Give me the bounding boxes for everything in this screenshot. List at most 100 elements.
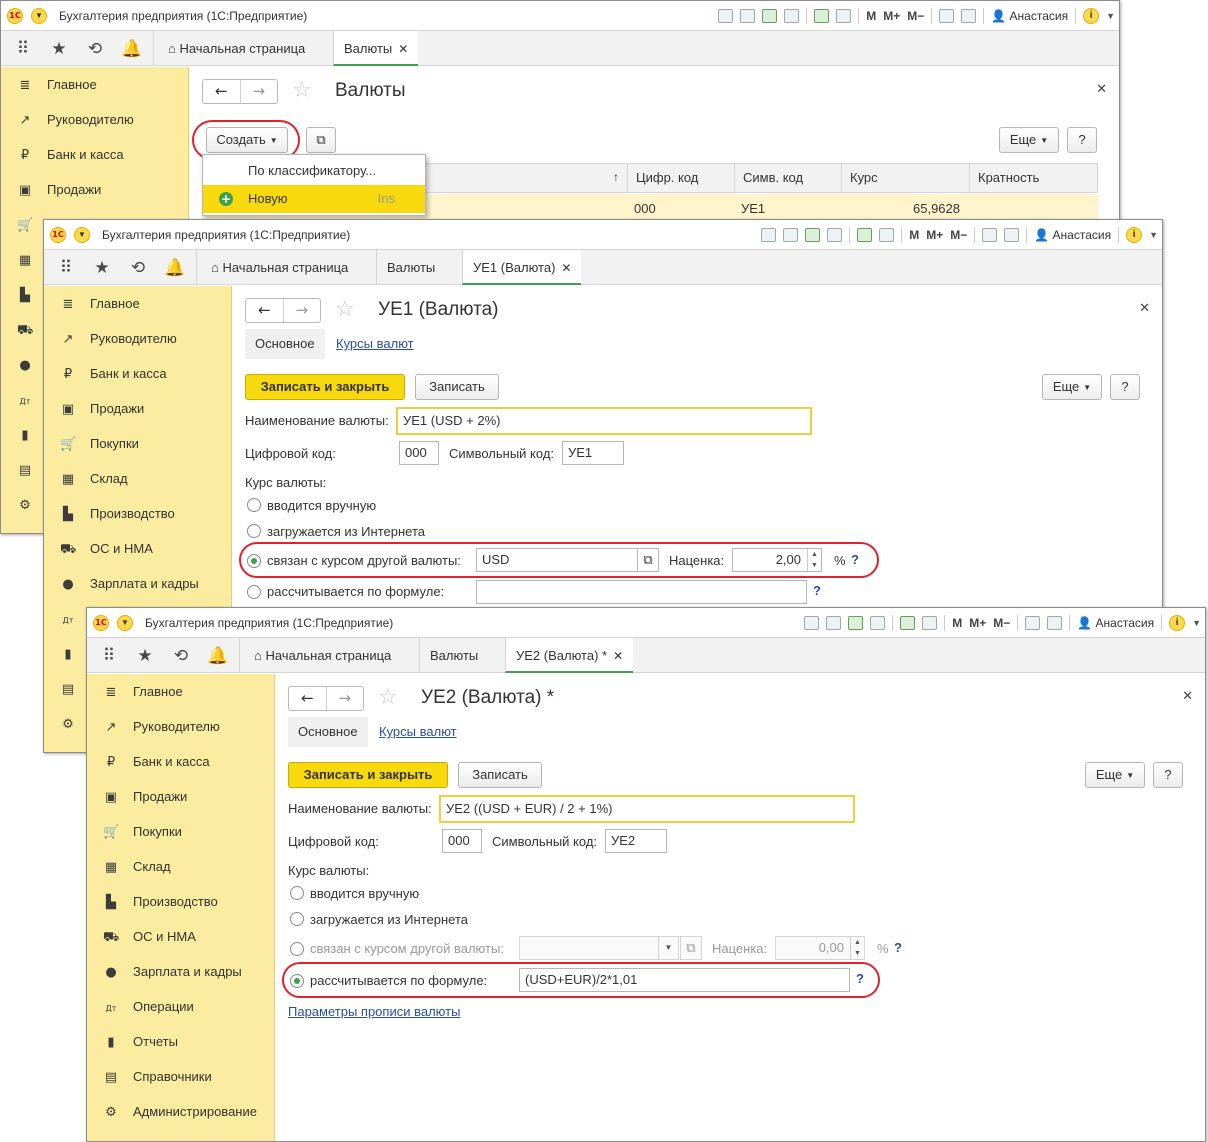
sidebar-item-sales[interactable]: ▣ Продажи [17, 180, 101, 200]
sidebar-item-warehouse[interactable]: ▦ Склад [103, 857, 171, 877]
apps-grid-icon[interactable]: ⠿ [99, 646, 119, 666]
sidebar-item-assets[interactable]: ⛟ ОС и НМА [60, 539, 153, 559]
forward-arrow-icon[interactable]: → [239, 80, 278, 103]
more-button[interactable]: Еще ▼ [1042, 374, 1102, 400]
formula-input[interactable] [476, 580, 807, 604]
more-button[interactable]: Еще ▼ [999, 127, 1059, 153]
tab-form-ue2[interactable]: УЕ2 (Валюта) * ✕ [505, 638, 634, 673]
calendar-icon[interactable] [922, 616, 938, 630]
sidebar-item-salary[interactable]: ● Зарплата и кадры [103, 962, 241, 982]
sidebar-item-reports[interactable]: ▮ Отчеты [103, 1032, 178, 1052]
sidebar-item-assets[interactable]: ⛟ ОС и НМА [103, 927, 196, 947]
copy-icon[interactable]: ⧉ [306, 127, 336, 153]
print-icon[interactable] [826, 616, 842, 630]
currency-spelling-params-link[interactable]: Параметры прописи валюты [288, 1004, 460, 1019]
sidebar-item-purchases[interactable]: 🛒 Покупки [60, 434, 139, 454]
attach-icon[interactable] [848, 616, 864, 630]
zoom-icon[interactable] [982, 228, 998, 242]
memory-button[interactable]: M [909, 228, 919, 242]
chevron-down-icon[interactable]: ▼ [1149, 230, 1158, 240]
col-multiplicity[interactable]: Кратность [969, 164, 1099, 192]
preview-icon[interactable] [827, 228, 843, 242]
tab-home[interactable]: ⌂ Начальная страница [153, 31, 315, 66]
name-input[interactable]: УЕ1 (USD + 2%) [396, 407, 812, 435]
forward-arrow-icon[interactable]: → [325, 687, 364, 710]
back-arrow-icon[interactable]: ← [289, 687, 326, 710]
user-name[interactable]: 👤 Анастасия [1077, 616, 1154, 630]
notifications-bell-icon[interactable]: 🔔 [164, 258, 185, 278]
memory-plus-button[interactable]: M+ [926, 228, 943, 242]
preview-icon[interactable] [870, 616, 886, 630]
calculator-icon[interactable] [814, 9, 830, 23]
digit-code-input[interactable]: 000 [442, 829, 482, 853]
menu-item-by-classifier[interactable]: По классификатору... [203, 157, 425, 185]
print-icon[interactable] [740, 9, 756, 23]
favorite-star-icon[interactable]: ☆ [378, 685, 398, 710]
chevron-down-icon[interactable]: ▼ [1192, 618, 1201, 628]
col-symbol-code[interactable]: Симв. код [734, 164, 841, 192]
tab-currencies[interactable]: Валюты ✕ [333, 31, 419, 66]
panels-icon[interactable] [961, 9, 977, 23]
favorites-star-icon[interactable]: ★ [135, 646, 155, 666]
markup-input[interactable]: 0,00 ▲ ▼ [775, 936, 865, 960]
help-button[interactable]: ? [1067, 127, 1097, 153]
symbol-code-input[interactable]: УЕ2 [605, 829, 667, 853]
sidebar-item-warehouse[interactable]: ▦ Склад [60, 469, 128, 489]
subtab-main[interactable]: Основное [245, 329, 325, 359]
save-button[interactable]: Записать [415, 374, 499, 400]
symbol-code-input[interactable]: УЕ1 [562, 441, 624, 465]
linked-currency-select[interactable]: ▼ [519, 936, 679, 960]
tab-currencies[interactable]: Валюты [419, 638, 488, 673]
notifications-bell-icon[interactable]: 🔔 [207, 646, 228, 666]
subtab-main[interactable]: Основное [288, 717, 368, 747]
sidebar-item-purchases[interactable]: 🛒 Покупки [103, 822, 182, 842]
panels-icon[interactable] [1047, 616, 1063, 630]
sidebar-item-production[interactable]: ▙ Производство [103, 892, 218, 912]
radio-formula[interactable] [247, 585, 261, 599]
tab-currencies[interactable]: Валюты [376, 250, 445, 285]
main-menu-icon[interactable]: ▼ [31, 8, 47, 24]
history-icon[interactable]: ⟲ [85, 39, 105, 59]
main-menu-icon[interactable]: ▼ [117, 615, 133, 631]
info-icon[interactable]: i [1083, 8, 1100, 24]
sidebar-item-sales[interactable]: ▣ Продажи [60, 399, 144, 419]
sidebar-item-main[interactable]: ≣ Главное [17, 75, 97, 95]
sidebar-item-management[interactable]: ↗ Руководителю [60, 329, 177, 349]
tab-home[interactable]: ⌂ Начальная страница [239, 638, 401, 673]
radio-internet[interactable] [290, 912, 304, 926]
zoom-icon[interactable] [939, 9, 955, 23]
save-close-button[interactable]: Записать и закрыть [288, 762, 448, 788]
save-icon[interactable] [761, 228, 777, 242]
radio-manual[interactable] [247, 498, 261, 512]
panels-icon[interactable] [1004, 228, 1020, 242]
close-form-icon[interactable]: ✕ [1182, 688, 1193, 704]
sidebar-item-bank[interactable]: ₽ Банк и касса [103, 752, 210, 772]
print-icon[interactable] [783, 228, 799, 242]
forward-arrow-icon[interactable]: → [282, 299, 321, 322]
tab-home[interactable]: ⌂ Начальная страница [196, 250, 358, 285]
tab-form-ue1[interactable]: УЕ1 (Валюта) ✕ [462, 250, 582, 285]
close-form-icon[interactable]: ✕ [1096, 81, 1107, 97]
attach-icon[interactable] [805, 228, 821, 242]
more-button[interactable]: Еще ▼ [1085, 762, 1145, 788]
memory-minus-button[interactable]: M− [950, 228, 967, 242]
sidebar-item-production[interactable]: ▙ Производство [60, 504, 175, 524]
help-button[interactable]: ? [1110, 374, 1140, 400]
radio-linked[interactable] [290, 942, 304, 956]
sidebar-item-admin[interactable]: ⚙ Администрирование [103, 1102, 257, 1122]
back-arrow-icon[interactable]: ← [203, 80, 240, 103]
sidebar-item-bank[interactable]: ₽ Банк и касса [17, 145, 124, 165]
memory-minus-button[interactable]: M− [907, 9, 924, 23]
preview-icon[interactable] [784, 9, 800, 23]
calculator-icon[interactable] [857, 228, 873, 242]
help-button[interactable]: ? [1153, 762, 1183, 788]
user-name[interactable]: 👤 Анастасия [991, 9, 1068, 23]
sidebar-item-sales[interactable]: ▣ Продажи [103, 787, 187, 807]
sidebar-item-management[interactable]: ↗ Руководителю [103, 717, 220, 737]
history-icon[interactable]: ⟲ [128, 258, 148, 278]
help-q-linked[interactable]: ? [894, 940, 902, 955]
attach-icon[interactable] [762, 9, 778, 23]
close-form-icon[interactable]: ✕ [1139, 300, 1150, 316]
sidebar-item-management[interactable]: ↗ Руководителю [17, 110, 134, 130]
memory-plus-button[interactable]: M+ [883, 9, 900, 23]
